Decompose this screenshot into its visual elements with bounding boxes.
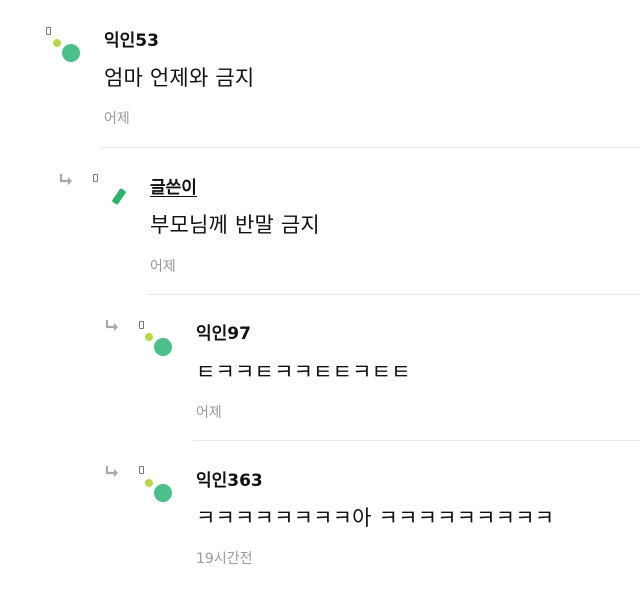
broken-image-icon [93, 174, 98, 182]
divider [100, 147, 640, 148]
comment-nickname[interactable]: 익인363 [196, 466, 263, 491]
avatar-icon [145, 333, 172, 356]
comment-time: 어제 [150, 259, 176, 275]
broken-image-icon [139, 466, 144, 474]
author-avatar-icon [112, 188, 126, 205]
comment-time: 19시간전 [196, 551, 253, 567]
comment-nickname[interactable]: 익인53 [104, 26, 159, 51]
comment-time: 어제 [196, 405, 222, 421]
comment-text: 부모님께 반말 금지 [150, 213, 320, 237]
reply-arrow-icon [59, 174, 72, 185]
divider [193, 440, 640, 441]
reply-arrow-icon [105, 320, 118, 331]
broken-image-icon [139, 321, 144, 329]
avatar-icon [145, 479, 172, 502]
avatar-icon [53, 39, 80, 62]
broken-image-icon [46, 27, 51, 35]
divider [147, 294, 640, 295]
comment-text: ㅌㅋㅋㅌㅋㅋㅌㅌㅋㅌㅌ [196, 360, 411, 384]
comment-nickname[interactable]: 익인97 [196, 319, 251, 344]
comment-text: ㅋㅋㅋㅋㅋㅋㅋㅋ아 ㅋㅋㅋㅋㅋㅋㅋㅋㅋ [196, 506, 555, 530]
comment-time: 어제 [104, 111, 130, 127]
comment-nickname[interactable]: 글쓴이 [150, 173, 197, 198]
reply-arrow-icon [105, 466, 118, 477]
comment-thread: 익인53 엄마 언제와 금지 어제 글쓴이 부모님께 반말 금지 어제 익인97… [0, 0, 640, 591]
comment-text: 엄마 언제와 금지 [104, 66, 255, 90]
